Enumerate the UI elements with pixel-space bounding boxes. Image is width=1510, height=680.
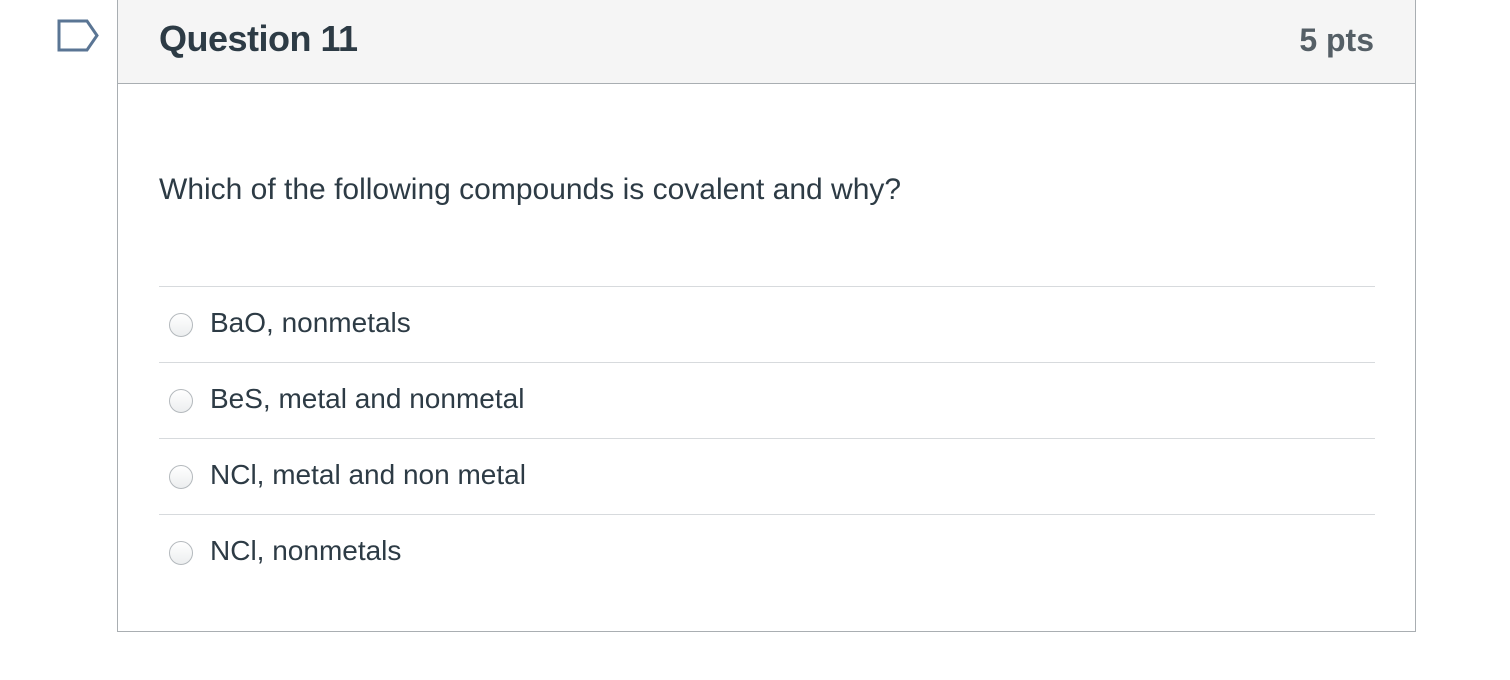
radio-button[interactable]	[169, 389, 193, 413]
answer-option[interactable]: NCl, nonmetals	[159, 515, 1375, 591]
answer-list: BaO, nonmetals BeS, metal and nonmetal N…	[159, 286, 1375, 591]
radio-button[interactable]	[169, 313, 193, 337]
answer-label: BeS, metal and nonmetal	[210, 383, 525, 414]
question-header: Question 11 5 pts	[118, 0, 1415, 84]
question-card: Question 11 5 pts Which of the following…	[117, 0, 1416, 632]
flag-question-icon[interactable]	[57, 19, 99, 52]
answer-option[interactable]: BaO, nonmetals	[159, 287, 1375, 363]
answer-option[interactable]: NCl, metal and non metal	[159, 439, 1375, 515]
question-points: 5 pts	[1299, 22, 1374, 58]
radio-button[interactable]	[169, 541, 193, 565]
answer-option[interactable]: BeS, metal and nonmetal	[159, 363, 1375, 439]
answer-label: NCl, metal and non metal	[210, 459, 526, 490]
answer-label: BaO, nonmetals	[210, 307, 411, 338]
radio-button[interactable]	[169, 465, 193, 489]
question-title: Question 11	[159, 18, 358, 59]
question-text: Which of the following compounds is cova…	[159, 173, 902, 206]
answer-label: NCl, nonmetals	[210, 535, 402, 566]
